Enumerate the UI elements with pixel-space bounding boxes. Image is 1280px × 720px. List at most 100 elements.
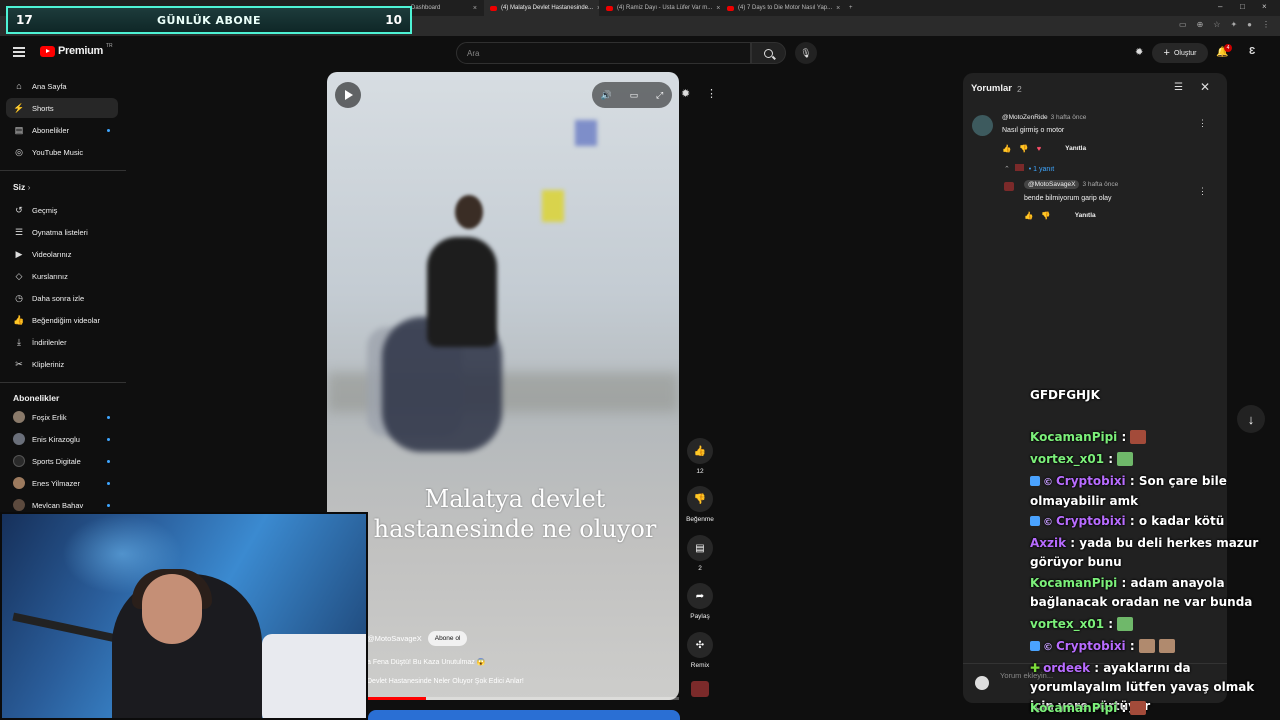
reply-button[interactable]: Yanıtla [1075, 212, 1096, 219]
close-tab-icon[interactable]: × [716, 5, 720, 12]
dislike-label: Beğenme [686, 516, 714, 523]
extensions-icon[interactable]: ✦ [1230, 20, 1237, 29]
close-window-icon[interactable]: × [1262, 2, 1267, 11]
comment-icon[interactable]: ▤ [687, 535, 713, 561]
close-tab-icon[interactable]: × [836, 5, 840, 12]
cast-icon[interactable]: ▭ [1179, 20, 1187, 29]
minimize-icon[interactable]: – [1218, 2, 1222, 11]
avatar[interactable] [972, 115, 993, 136]
share-action[interactable]: ➦ Paylaş [683, 583, 717, 620]
sidebar-item-subscription[interactable]: Enes Yilmazer [6, 473, 118, 493]
youtube-favicon-icon [490, 5, 497, 11]
remix-icon[interactable]: ✣ [687, 632, 713, 658]
studio-icon[interactable]: ✹ [1135, 47, 1143, 58]
channel-name[interactable]: @MotoSavageX [367, 634, 422, 643]
play-button[interactable] [335, 82, 361, 108]
new-tab-button[interactable]: + [843, 0, 857, 16]
voice-search-button[interactable]: 🎙 [795, 42, 817, 64]
sidebar-item-history[interactable]: ↺ Geçmiş [6, 200, 118, 220]
dislike-action[interactable]: 👎 Beğenme [683, 486, 717, 523]
tab-malatya[interactable]: (4) Malatya Devlet Hastanesinde...× [484, 0, 599, 16]
close-tab-icon[interactable]: × [473, 5, 477, 12]
maximize-icon[interactable]: □ [1240, 2, 1245, 11]
reply-author[interactable]: @MotoSavageX 3 hafta önce [1024, 180, 1118, 189]
video-title[interactable]: a Fena Düştü! Bu Kaza Unutulmaz 😱 [367, 658, 485, 666]
comment-username[interactable]: @MotoZenRide [1002, 114, 1048, 121]
sidebar-item-home[interactable]: ⌂ Ana Sayfa [6, 76, 118, 96]
sidebar-item-courses[interactable]: ◇ Kurslarınız [6, 266, 118, 286]
sort-icon[interactable]: ☰ [1174, 82, 1183, 93]
search-button[interactable] [751, 42, 786, 64]
more-vert-icon[interactable]: ⋮ [706, 87, 717, 100]
remix-action[interactable]: ✣ Remix [683, 632, 717, 669]
cube-badge-icon [1030, 516, 1040, 526]
close-tab-icon[interactable]: × [597, 5, 599, 12]
comments-action[interactable]: ▤ 2 [683, 535, 717, 572]
region-code: TR [105, 43, 113, 49]
video-description[interactable]: Devlet Hastanesinde Neler Oluyor Şok Edi… [367, 678, 524, 685]
browser-menu-icon[interactable]: ⋮ [1262, 20, 1270, 29]
share-icon[interactable]: ➦ [687, 583, 713, 609]
avatar[interactable] [1004, 182, 1014, 191]
youtube-premium-logo[interactable]: Premium TR [40, 43, 113, 57]
tab-ramiz[interactable]: (4) Ramiz Dayı - Usta Lüfer Var m... × [600, 0, 720, 16]
hamburger-menu-icon[interactable] [13, 47, 25, 57]
sidebar-item-label: Mevlcan Bahav [32, 500, 84, 510]
tab-7days[interactable]: (4) 7 Days to Die Motor Nasıl Yap... × [721, 0, 843, 16]
sidebar-item-playlists[interactable]: ☰ Oynatma listeleri [6, 222, 118, 242]
sidebar-item-subscription[interactable]: Foşix Erlik [6, 407, 118, 427]
subscribe-button[interactable]: Abone ol [427, 631, 468, 646]
zoom-icon[interactable]: ⊕ [1197, 20, 1204, 29]
gear-icon[interactable]: ✹ [681, 87, 690, 100]
more-vert-icon[interactable]: ⋮ [1198, 186, 1207, 197]
search-input[interactable]: Ara [456, 42, 751, 64]
webcam-person-face [142, 574, 202, 644]
chat-message: © Cryptobixi : Son çare bile olmayabilir … [1030, 472, 1280, 511]
close-icon[interactable]: ✕ [1200, 80, 1210, 94]
creator-heart-icon[interactable]: ♥ [1037, 144, 1041, 153]
replies-toggle[interactable]: ⌃ • 1 yanıt [1004, 164, 1054, 173]
sidebar-item-subscription[interactable]: Enis Kirazoglu [6, 429, 118, 449]
volume-icon[interactable]: 🔊 [601, 90, 612, 101]
profile-icon[interactable]: ● [1247, 20, 1252, 29]
sidebar-item-watch-later[interactable]: ◷ Daha sonra izle [6, 288, 118, 308]
tab-dashboard[interactable]: Dashboard × [405, 0, 483, 16]
sidebar-item-label: YouTube Music [32, 147, 84, 157]
sidebar-item-liked-videos[interactable]: 👍 Beğendiğim videolar [6, 310, 118, 330]
sidebar-item-your-videos[interactable]: ▶ Videolarınız [6, 244, 118, 264]
captions-icon[interactable]: ▭ [630, 90, 639, 101]
reply-text: bende bilmiyorum garip olay [1024, 195, 1112, 202]
sidebar-heading-you[interactable]: Siz › [13, 182, 31, 192]
creator-chip[interactable]: @MotoSavageX [1024, 180, 1080, 189]
account-avatar[interactable]: Ɛ [1249, 46, 1255, 57]
chat-username: Axzik [1030, 536, 1067, 550]
thumbs-up-icon[interactable]: 👍 [687, 438, 713, 464]
create-button[interactable]: + Oluştur [1152, 43, 1208, 63]
more-vert-icon[interactable]: ⋮ [1198, 118, 1207, 129]
next-short-preview[interactable] [368, 710, 680, 720]
thumbs-down-icon[interactable]: 👎 [1041, 211, 1050, 220]
chat-text: : [1125, 639, 1135, 653]
sidebar-item-subscriptions[interactable]: ▤ Abonelikler [6, 120, 118, 140]
shorts-video-player[interactable] [327, 72, 679, 700]
webcam-background-bed [262, 634, 366, 718]
sidebar-item-music[interactable]: ◎ YouTube Music [6, 142, 118, 162]
audio-source-thumbnail[interactable] [691, 681, 709, 697]
thumbs-up-icon[interactable]: 👍 [1002, 144, 1011, 153]
chat-username: Cryptobixi [1056, 639, 1126, 653]
sidebar-item-subscription[interactable]: Sports Digitale [6, 451, 118, 471]
sidebar-item-label: Sports Digitale [32, 456, 81, 466]
bookmark-star-icon[interactable]: ☆ [1213, 20, 1220, 29]
reply-button[interactable]: Yanıtla [1065, 145, 1086, 152]
scroll-down-button[interactable]: ↓ [1237, 405, 1265, 433]
like-action[interactable]: 👍 12 [683, 438, 717, 475]
thumbs-down-icon[interactable]: 👎 [1019, 144, 1028, 153]
sidebar-item-shorts[interactable]: ⚡ Shorts [6, 98, 118, 118]
sidebar-item-clips[interactable]: ✂ Klipleriniz [6, 354, 118, 374]
sidebar-item-downloads[interactable]: ⤓ İndirilenler [6, 332, 118, 352]
thumbs-up-icon[interactable]: 👍 [1024, 211, 1033, 220]
video-progress-bar[interactable] [367, 697, 679, 700]
thumbs-down-icon[interactable]: 👎 [687, 486, 713, 512]
comment-author[interactable]: @MotoZenRide 3 hafta önce [1002, 114, 1086, 121]
fullscreen-icon[interactable]: ⤢ [656, 90, 663, 101]
